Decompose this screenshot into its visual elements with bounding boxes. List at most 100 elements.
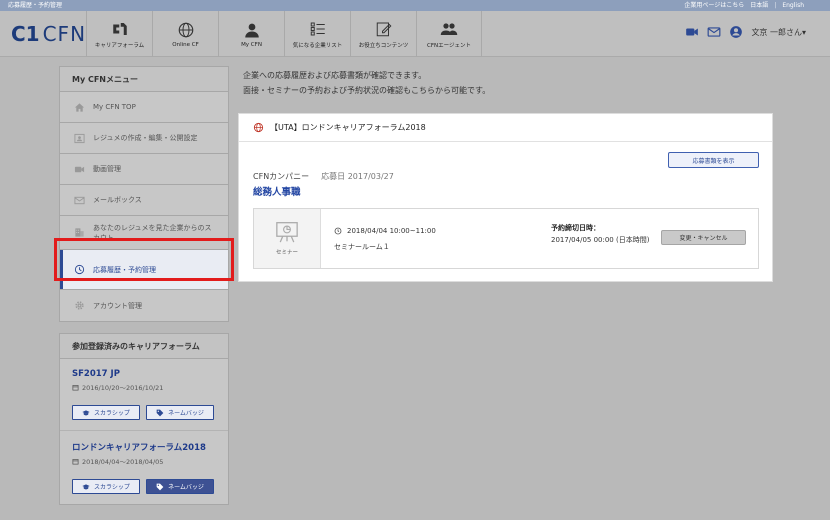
button-label: スカラシップ	[94, 484, 130, 491]
sidebar-item-label: My CFN TOP	[93, 103, 136, 111]
card-header: 【UTA】ロンドンキャリアフォーラム2018	[239, 114, 772, 142]
lang-separator: |	[774, 2, 777, 9]
event-type-label: セミナー	[275, 250, 298, 256]
video-icon	[74, 166, 85, 172]
reservation-row: セミナー 2018/04/04 10:00~11:00 セミナールーム１ 予約締…	[253, 208, 759, 269]
event-room: セミナールーム１	[334, 243, 390, 251]
user-menu[interactable]: 文京 一郎さん▾	[751, 27, 806, 38]
fair-buttons: スカラシップ ネームバッジ	[72, 405, 216, 420]
nav-label: My CFN	[241, 41, 262, 48]
intro-line: 面接・セミナーの予約および予約状況の確認もこちらから可能です。	[243, 86, 491, 95]
top-links: 企業用ページはこちら 日本語 | English	[684, 0, 804, 11]
header-actions: 文京 一郎さん▾	[685, 25, 806, 39]
nav-label: キャリアフォーラム	[94, 42, 145, 49]
globe-icon	[178, 22, 193, 37]
sidebar-item-video[interactable]: 動画管理	[60, 154, 228, 185]
tag-icon	[156, 409, 164, 416]
c1-logo-icon	[112, 22, 127, 35]
deadline-value: 2017/04/05 00:00 (日本時間)	[551, 236, 650, 244]
presentation-icon	[276, 222, 298, 243]
fair-name[interactable]: SF2017 JP	[72, 369, 216, 379]
button-label: スカラシップ	[94, 410, 130, 417]
logo-mark: C1	[11, 22, 40, 46]
fair-name[interactable]: ロンドンキャリアフォーラム2018	[72, 441, 216, 453]
pencil-icon	[376, 22, 391, 36]
nav-label: Online CF	[172, 41, 199, 48]
resume-icon	[74, 133, 85, 143]
sidebar-item-label: メールボックス	[93, 196, 142, 204]
cfn-logo[interactable]: C1 CFN	[11, 21, 86, 47]
nav-career-forum[interactable]: キャリアフォーラム	[86, 11, 152, 57]
sidebar-item-mailbox[interactable]: メールボックス	[60, 185, 228, 216]
nav-online-cf[interactable]: Online CF	[152, 11, 218, 57]
lang-ja-link[interactable]: 日本語	[750, 0, 768, 11]
job-title[interactable]: 総務人事職	[253, 184, 301, 198]
header: C1 CFN キャリアフォーラム Online CF My CFN 気になる企業…	[0, 11, 830, 57]
sidebar-item-resume[interactable]: レジュメの作成・編集・公開設定	[60, 123, 228, 154]
nav-favorites[interactable]: 気になる企業リスト	[284, 11, 350, 57]
company-line: CFNカンパニー 応募日 2017/03/27	[253, 171, 394, 182]
fair-date: 2018/04/04〜2018/04/05	[72, 456, 216, 466]
tag-icon	[156, 483, 164, 490]
building-icon	[75, 228, 84, 237]
registered-fairs: 参加登録済みのキャリアフォーラム SF2017 JP 2016/10/20〜20…	[59, 333, 229, 505]
graduation-cap-icon	[82, 409, 90, 415]
event-time: 2018/04/04 10:00~11:00	[334, 227, 436, 235]
fair-buttons: スカラシップ ネームバッジ	[72, 479, 216, 494]
show-documents-button[interactable]: 応募書類を表示	[668, 152, 759, 168]
mail-icon[interactable]	[707, 25, 721, 39]
applied-date: 応募日 2017/03/27	[321, 172, 394, 181]
mail-icon	[74, 196, 85, 204]
button-label: ネームバッジ	[168, 484, 204, 491]
home-icon	[74, 102, 85, 112]
clock-icon	[334, 227, 342, 235]
video-icon[interactable]	[685, 25, 699, 39]
name-badge-button[interactable]: ネームバッジ	[146, 479, 214, 494]
sidebar-item-scout[interactable]: あなたのレジュメを見た企業からのスカウト	[60, 216, 228, 250]
nav-contents[interactable]: お役立ちコンテンツ	[350, 11, 416, 57]
checklist-icon	[310, 22, 325, 35]
sidebar-item-top[interactable]: My CFN TOP	[60, 92, 228, 123]
nav-my-cfn[interactable]: My CFN	[218, 11, 284, 57]
fair-item: ロンドンキャリアフォーラム2018 2018/04/04〜2018/04/05 …	[60, 430, 228, 504]
sidebar-item-history[interactable]: 応募履歴・予約管理	[60, 250, 228, 290]
change-cancel-button[interactable]: 変更・キャンセル	[661, 230, 746, 245]
lang-en-link[interactable]: English	[782, 0, 804, 11]
main-nav: キャリアフォーラム Online CF My CFN 気になる企業リスト お役立…	[86, 11, 482, 57]
scholarship-button[interactable]: スカラシップ	[72, 479, 140, 494]
sidebar-item-label: 応募履歴・予約管理	[93, 265, 156, 274]
fair-item: SF2017 JP 2016/10/20〜2016/10/21 スカラシップ ネ…	[60, 359, 228, 430]
deadline-label: 予約締切日時：	[551, 224, 600, 232]
graduation-cap-icon	[82, 483, 90, 489]
company-name: CFNカンパニー	[253, 172, 310, 181]
account-icon[interactable]	[729, 25, 743, 39]
fair-date-text: 2016/10/20〜2016/10/21	[82, 384, 164, 392]
event-title: 【UTA】ロンドンキャリアフォーラム2018	[270, 123, 426, 132]
fairs-title: 参加登録済みのキャリアフォーラム	[60, 334, 228, 359]
menu-title: My CFNメニュー	[60, 67, 228, 92]
fair-date-text: 2018/04/04〜2018/04/05	[82, 458, 164, 466]
calendar-icon	[72, 458, 79, 464]
fair-date: 2016/10/20〜2016/10/21	[72, 382, 216, 392]
sidebar-item-label: アカウント管理	[93, 301, 142, 310]
sidebar: My CFNメニュー My CFN TOP レジュメの作成・編集・公開設定 動画…	[59, 66, 229, 505]
history-icon	[74, 264, 85, 275]
my-cfn-menu: My CFNメニュー My CFN TOP レジュメの作成・編集・公開設定 動画…	[59, 66, 229, 322]
nav-cfn-agent[interactable]: CFNエージェント	[416, 11, 482, 57]
calendar-icon	[72, 384, 79, 390]
person-icon	[244, 23, 259, 37]
top-strip: 応募履歴・予約管理 企業用ページはこちら 日本語 | English	[0, 0, 830, 11]
corporate-link[interactable]: 企業用ページはこちら	[684, 0, 744, 11]
sidebar-item-label: あなたのレジュメを見た企業からのスカウト	[93, 223, 212, 242]
name-badge-button[interactable]: ネームバッジ	[146, 405, 214, 420]
nav-label: お役立ちコンテンツ	[358, 42, 409, 49]
sidebar-item-account[interactable]: アカウント管理	[60, 290, 228, 321]
intro-text: 企業への応募履歴および応募書類が確認できます。 面接・セミナーの予約および予約状…	[243, 68, 490, 98]
nav-label: 気になる企業リスト	[292, 42, 343, 49]
sidebar-item-label: 動画管理	[93, 165, 121, 173]
event-time-text: 2018/04/04 10:00~11:00	[347, 227, 436, 235]
sidebar-item-label: レジュメの作成・編集・公開設定	[93, 134, 198, 142]
button-label: ネームバッジ	[168, 410, 204, 417]
globe-icon	[253, 122, 264, 133]
scholarship-button[interactable]: スカラシップ	[72, 405, 140, 420]
